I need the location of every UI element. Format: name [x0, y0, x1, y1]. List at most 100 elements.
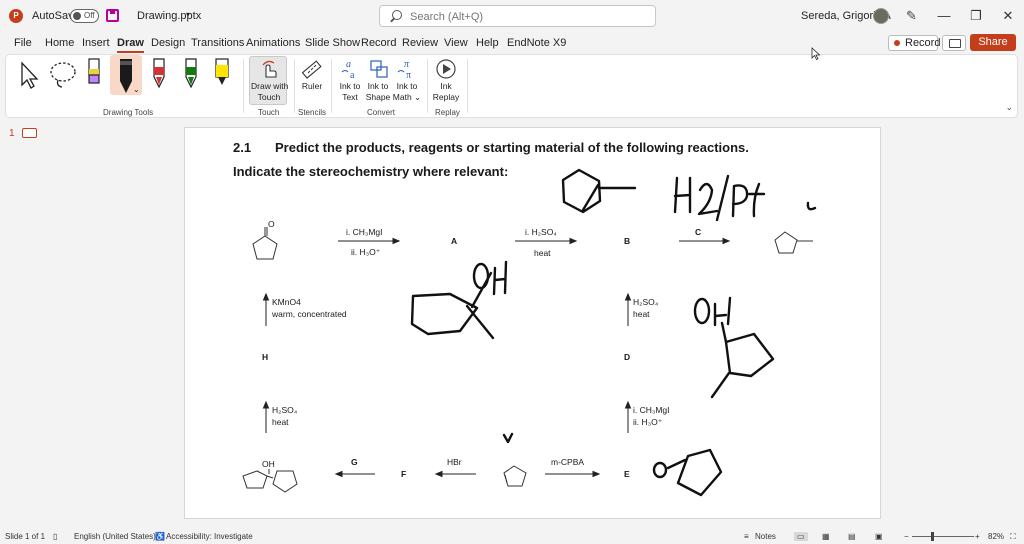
reagent-grignard-right-bottom: ii. H₃O⁺ [633, 417, 663, 427]
minimize-button[interactable]: — [934, 6, 954, 26]
pen-dropdown-chevron-icon[interactable]: ⌄ [133, 85, 140, 94]
draw-with-touch-label-2: Touch [257, 92, 281, 102]
notes-icon[interactable]: ≡ [744, 532, 749, 541]
ink-to-math-icon[interactable]: π π [396, 58, 418, 80]
group-label-touch: Touch [258, 108, 280, 117]
pen-green-icon[interactable] [182, 57, 200, 91]
draw-with-touch-button[interactable]: Draw with Touch [249, 56, 288, 105]
ribbon-separator [427, 59, 428, 113]
spiro-oh-label: OH [262, 459, 275, 469]
share-button[interactable]: Share [970, 34, 1016, 51]
record-button[interactable]: Record [888, 35, 940, 51]
highlighter-yellow-icon[interactable] [212, 57, 232, 91]
ink-to-text-label-2[interactable]: Text [336, 92, 364, 103]
accessibility-icon[interactable]: ♿ [155, 532, 165, 541]
group-label-drawing-tools: Drawing Tools [103, 108, 154, 117]
ribbon-separator [294, 59, 295, 113]
svg-text:a: a [350, 70, 355, 80]
ribbon-collapse-chevron-icon[interactable]: ⌄ [1005, 102, 1013, 113]
tab-home[interactable]: Home [45, 37, 74, 49]
fit-slide-icon[interactable]: ⛶ [1010, 532, 1016, 542]
accessibility-status[interactable]: Accessibility: Investigate [166, 532, 253, 541]
language-status[interactable]: English (United States) [74, 532, 156, 541]
tab-record[interactable]: Record [361, 37, 396, 49]
zoom-out-button[interactable]: − [904, 532, 909, 541]
touch-hand-icon [262, 60, 277, 78]
search-box[interactable] [379, 5, 656, 27]
autosave-state: Off [84, 11, 95, 20]
spelling-book-icon[interactable]: ▯ [53, 532, 57, 541]
tab-animations[interactable]: Animations [246, 37, 300, 49]
maximize-button[interactable]: ❐ [966, 6, 986, 26]
slide-canvas[interactable]: 2.1 Predict the products, reagents or st… [184, 127, 881, 519]
reagent-grignard-right-top: i. CH₃MgI [633, 405, 670, 415]
ruler-label[interactable]: Ruler [300, 81, 324, 92]
reagent-h2so4-left-top: H₂SO₄ [272, 405, 298, 415]
ink-to-text-label-1[interactable]: Ink to [336, 81, 364, 92]
reagent-h2so4-left-bottom: heat [272, 417, 289, 427]
close-button[interactable]: ✕ [998, 6, 1018, 26]
tab-help[interactable]: Help [476, 37, 499, 49]
question-subheading: Indicate the stereochemistry where relev… [233, 164, 509, 179]
ribbon-separator [331, 59, 332, 113]
select-arrow-icon[interactable] [18, 61, 42, 89]
group-label-stencils: Stencils [298, 108, 327, 117]
tab-insert[interactable]: Insert [82, 37, 110, 49]
tab-design[interactable]: Design [151, 37, 185, 49]
tab-transitions[interactable]: Transitions [191, 37, 244, 49]
tab-review[interactable]: Review [402, 37, 438, 49]
ribbon: ⌄ Drawing Tools Draw with Touch Touch Ru… [5, 54, 1018, 118]
comments-button[interactable] [942, 35, 966, 51]
lasso-select-icon[interactable] [48, 60, 78, 90]
save-icon[interactable] [106, 9, 119, 22]
ink-replay-label-1[interactable]: Ink [432, 81, 460, 92]
powerpoint-logo-icon: P [9, 9, 23, 23]
tab-view[interactable]: View [444, 37, 468, 49]
tab-file[interactable]: File [14, 37, 32, 49]
label-g: G [351, 457, 358, 467]
search-input[interactable] [410, 9, 640, 24]
zoom-slider-thumb[interactable] [931, 532, 934, 541]
autosave-toggle[interactable]: Off [70, 9, 99, 23]
ruler-icon[interactable] [301, 59, 323, 81]
notes-button[interactable]: Notes [755, 532, 776, 541]
zoom-slider-track[interactable] [912, 536, 974, 537]
avatar[interactable] [873, 8, 889, 24]
highlighter-purple-icon[interactable] [86, 57, 102, 89]
group-label-convert: Convert [367, 108, 396, 117]
slide-sorter-icon[interactable]: ▦ [822, 532, 830, 541]
tab-draw[interactable]: Draw [117, 37, 144, 53]
slideshow-icon[interactable]: ▣ [875, 532, 883, 541]
reagent-grignard-bottom: ii. H₃O⁺ [351, 247, 381, 257]
question-heading: Predict the products, reagents or starti… [275, 140, 749, 155]
group-label-replay: Replay [435, 108, 460, 117]
file-name[interactable]: Drawing.pptx [137, 10, 201, 22]
ink-to-shape-label-2[interactable]: Shape [364, 92, 392, 103]
tab-slide-show[interactable]: Slide Show [305, 37, 360, 49]
ink-to-shape-label-1[interactable]: Ink to [364, 81, 392, 92]
mouse-cursor-icon [811, 47, 821, 61]
normal-view-icon[interactable]: ▭ [794, 532, 808, 541]
ink-to-text-icon[interactable]: a a [340, 58, 362, 80]
reading-view-icon[interactable]: ▤ [848, 532, 856, 541]
slide-thumbnail[interactable] [22, 128, 37, 138]
ketone-oxygen-label: O [268, 219, 275, 229]
title-bar: P AutoSave Off Drawing.pptx ▾ Sereda, Gr… [0, 0, 1024, 32]
pen-icon[interactable]: ✎ [906, 8, 917, 24]
zoom-in-button[interactable]: + [975, 532, 980, 541]
ink-to-math-label-1[interactable]: Ink to [392, 81, 422, 92]
label-h: H [262, 352, 269, 362]
ink-replay-icon[interactable] [435, 58, 457, 80]
reagent-grignard-top: i. CH₃MgI [346, 227, 383, 237]
label-e: E [624, 469, 630, 479]
thumbnail-number: 1 [9, 128, 15, 139]
svg-text:π: π [404, 59, 410, 70]
pen-red-icon[interactable] [150, 57, 168, 91]
ink-to-shape-icon[interactable] [368, 58, 390, 80]
tab-endnote[interactable]: EndNote X9 [507, 37, 566, 49]
file-name-chevron-icon[interactable]: ▾ [186, 10, 190, 19]
svg-text:a: a [346, 59, 351, 70]
zoom-level[interactable]: 82% [988, 532, 1004, 541]
ink-to-math-label-2[interactable]: Math ⌄ [392, 92, 422, 103]
ink-replay-label-2[interactable]: Replay [432, 92, 460, 103]
